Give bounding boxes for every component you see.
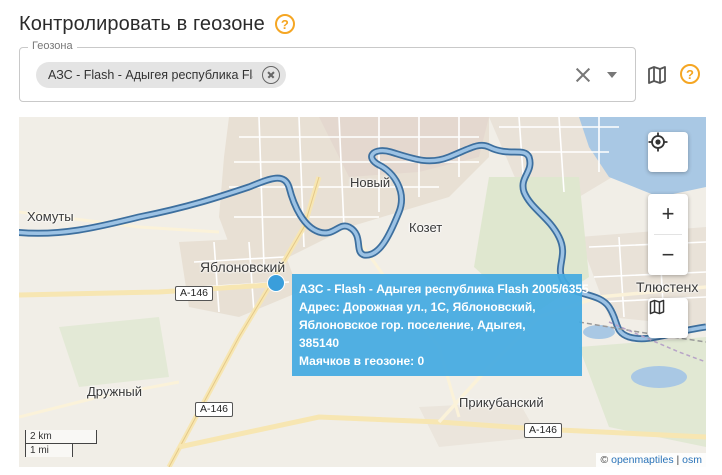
attribution-copyright: © (600, 454, 609, 466)
tooltip-title: АЗС - Flash - Адыгея республика Flash 20… (299, 282, 589, 296)
scale-mi: 1 mi (25, 443, 73, 457)
tooltip-beacons: Маячков в геозоне: 0 (299, 354, 425, 368)
geozone-chip-label: АЗС - Flash - Адыгея республика Flash 20… (48, 68, 253, 82)
place-label: Тлюстенх (636, 279, 699, 295)
help-icon[interactable]: ? (274, 14, 295, 34)
place-label: Дружный (87, 384, 143, 399)
tooltip-address: Адрес: Дорожная ул., 1С, Яблоновский, (299, 300, 536, 314)
road-shield: A-146 (175, 286, 214, 301)
locate-control (648, 132, 688, 172)
road-shield: A-146 (195, 402, 234, 417)
locate-button[interactable] (648, 132, 688, 172)
zoom-control: + − (648, 194, 688, 275)
map-scale: 2 km 1 mi (25, 430, 97, 457)
help-icon[interactable]: ? (680, 64, 700, 84)
page-title: Контролировать в геозоне (19, 12, 265, 35)
attribution-separator: | (676, 454, 680, 466)
scale-km: 2 km (25, 430, 97, 444)
place-label: Козет (409, 220, 443, 235)
header: Контролировать в геозоне ? (19, 11, 295, 37)
place-label: Прикубанский (459, 395, 544, 410)
place-label: Яблоновский (200, 259, 286, 275)
map-attribution: © openmaptiles | osm (596, 453, 706, 467)
map[interactable]: Новый Хомуты Козет Яблоновский Тлюстенх … (19, 117, 706, 467)
locate-icon (648, 132, 668, 152)
road-shield: A-146 (524, 423, 563, 438)
geozone-chip: АЗС - Flash - Адыгея республика Flash 20… (36, 62, 286, 88)
map-icon[interactable] (646, 64, 668, 86)
close-circle-icon[interactable] (262, 66, 280, 84)
zoom-out-button[interactable]: − (648, 235, 688, 275)
attribution-osm-link[interactable]: osm (682, 454, 702, 466)
attribution-openmaptiles-link[interactable]: openmaptiles (611, 454, 673, 466)
geozone-tooltip: АЗС - Flash - Адыгея республика Flash 20… (292, 274, 589, 376)
map-icon (649, 299, 665, 315)
place-label: Хомуты (27, 209, 74, 224)
tooltip-address: Яблоновское гор. поселение, Адыгея, (299, 318, 526, 332)
chevron-down-icon[interactable] (607, 72, 617, 78)
layers-button[interactable] (648, 298, 688, 338)
zoom-in-button[interactable]: + (648, 194, 688, 234)
geozone-label: Геозона (28, 40, 77, 52)
geozone-select[interactable]: Геозона АЗС - Flash - Адыгея республика … (19, 40, 636, 102)
tooltip-postcode: 385140 (299, 336, 340, 350)
geozone-marker[interactable] (267, 274, 285, 292)
clear-icon[interactable] (573, 65, 593, 85)
place-label: Новый (350, 175, 391, 190)
layers-control (648, 298, 688, 338)
